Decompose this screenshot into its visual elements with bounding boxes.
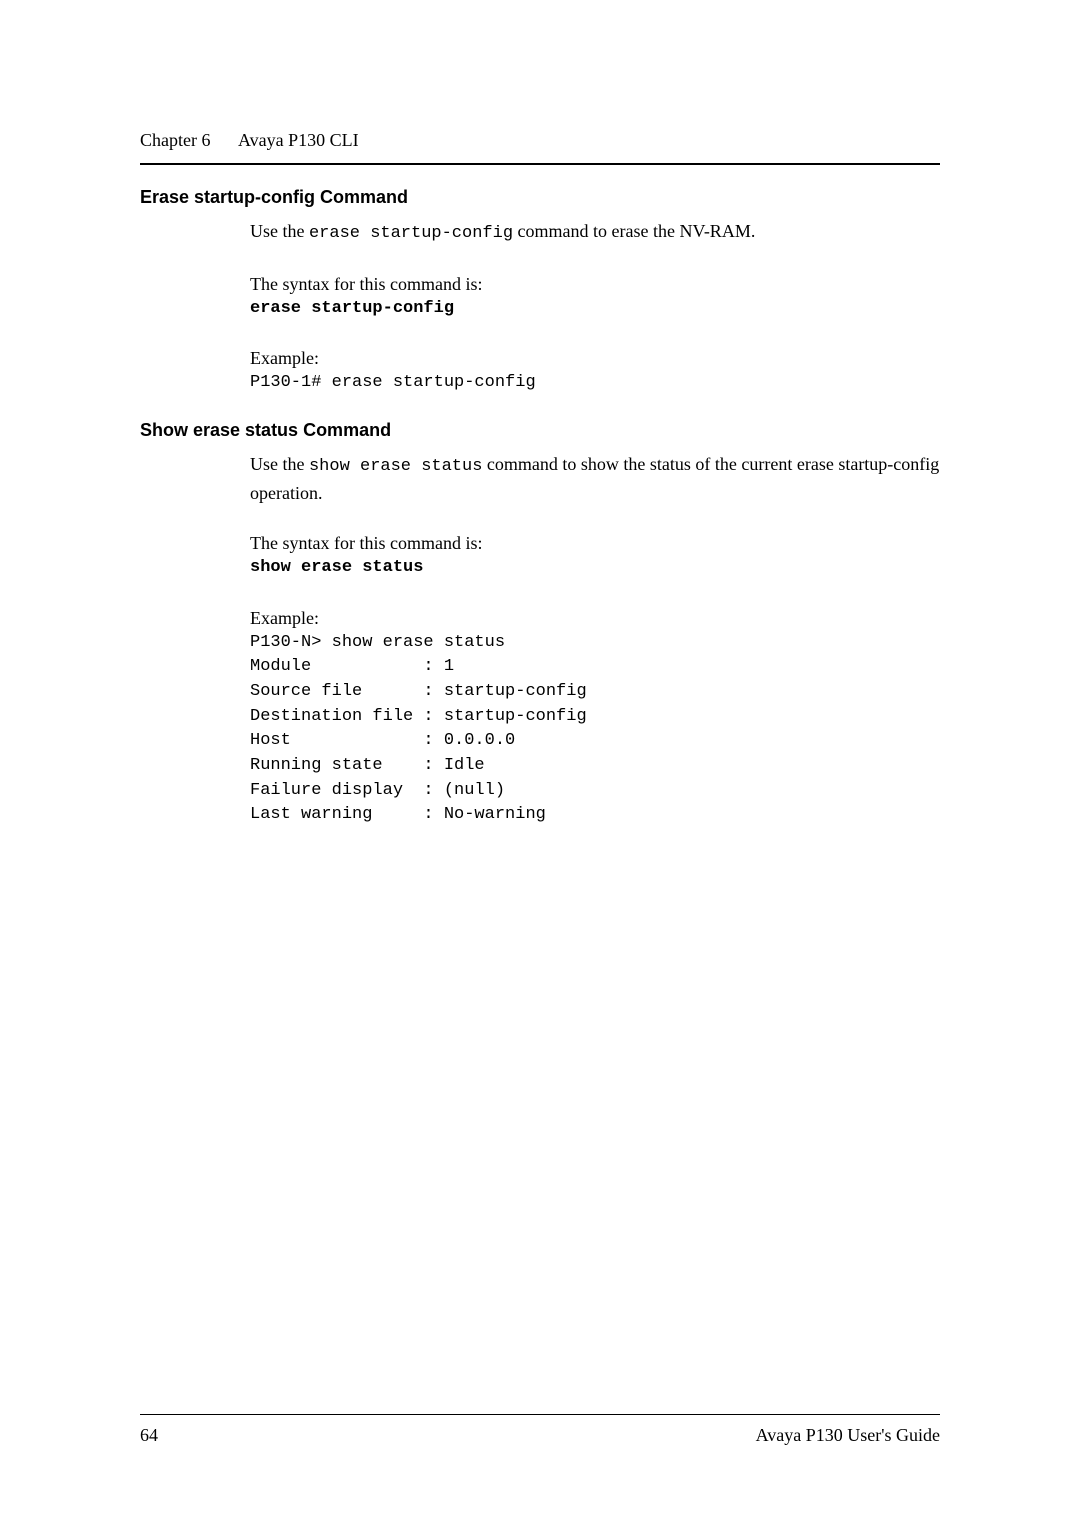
show-example-l7: Last warning : No-warning: [250, 803, 940, 828]
show-example-label: Example:: [250, 605, 940, 631]
erase-intro: Use the erase startup-config command to …: [250, 218, 940, 247]
show-example-l1: Module : 1: [250, 655, 940, 680]
erase-syntax-label: The syntax for this command is:: [250, 271, 940, 297]
show-syntax-label: The syntax for this command is:: [250, 530, 940, 556]
show-intro-code: show erase status: [309, 457, 482, 476]
footer-rule: [140, 1414, 940, 1415]
erase-intro-pre: Use the: [250, 221, 309, 241]
show-example-l2: Source file : startup-config: [250, 680, 940, 705]
erase-syntax-cmd: erase startup-config: [250, 297, 940, 322]
show-example-block: Example: P130-N> show erase status Modul…: [250, 605, 940, 828]
erase-intro-post: command to erase the NV-RAM.: [513, 221, 755, 241]
erase-startup-heading: Erase startup-config Command: [140, 187, 940, 208]
header-rule: [140, 163, 940, 165]
show-example-l5: Running state : Idle: [250, 754, 940, 779]
chapter-title: Avaya P130 CLI: [238, 130, 359, 150]
book-title: Avaya P130 User's Guide: [756, 1425, 940, 1446]
show-intro: Use the show erase status command to sho…: [250, 451, 940, 506]
show-example-l0: P130-N> show erase status: [250, 631, 940, 656]
show-example-l6: Failure display : (null): [250, 779, 940, 804]
show-intro-pre: Use the: [250, 454, 309, 474]
erase-example-label: Example:: [250, 345, 940, 371]
erase-syntax-block: The syntax for this command is: erase st…: [250, 271, 940, 322]
show-example-l3: Destination file : startup-config: [250, 705, 940, 730]
chapter-number: Chapter 6: [140, 130, 210, 150]
show-erase-heading: Show erase status Command: [140, 420, 940, 441]
show-syntax-cmd: show erase status: [250, 556, 940, 581]
show-syntax-block: The syntax for this command is: show era…: [250, 530, 940, 581]
page-footer: 64 Avaya P130 User's Guide: [140, 1414, 940, 1446]
show-example-l4: Host : 0.0.0.0: [250, 729, 940, 754]
erase-intro-code: erase startup-config: [309, 224, 513, 243]
erase-example-block: Example: P130-1# erase startup-config: [250, 345, 940, 396]
chapter-header: Chapter 6 Avaya P130 CLI: [140, 130, 940, 151]
erase-example-line: P130-1# erase startup-config: [250, 371, 940, 396]
page-number: 64: [140, 1425, 158, 1446]
